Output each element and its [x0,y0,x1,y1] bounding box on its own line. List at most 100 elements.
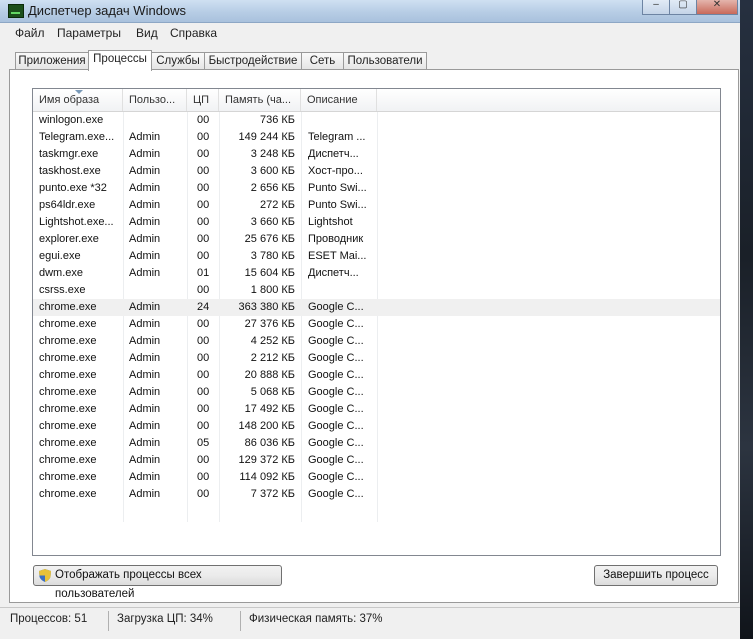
process-row[interactable]: chrome.exe Admin 00 129 372 КБ Google C... [33,452,720,469]
process-cpu: 00 [197,114,210,126]
process-memory: 7 372 КБ [250,488,295,500]
process-user [129,112,189,129]
process-memory: 4 252 КБ [250,335,295,347]
process-row[interactable]: chrome.exe Admin 00 5 068 КБ Google C... [33,384,720,401]
end-process-button[interactable]: Завершить процесс [594,565,718,586]
process-row[interactable]: chrome.exe Admin 00 148 200 КБ Google C... [33,418,720,435]
minimize-button[interactable]: ‒ [642,0,670,15]
process-memory: 3 248 КБ [250,148,295,160]
process-row[interactable]: taskmgr.exe Admin 00 3 248 КБ Диспетч... [33,146,720,163]
task-manager-app-icon [8,4,24,18]
process-cpu: 00 [197,216,210,228]
process-description: Хост-про... [308,165,363,177]
tab-services[interactable]: Службы [151,52,205,70]
column-memory[interactable]: Память (ча... [219,89,301,111]
process-row[interactable]: chrome.exe Admin 05 86 036 КБ Google C... [33,435,720,452]
process-image-name: chrome.exe [39,454,97,466]
process-user: Admin [129,454,161,466]
process-description: Google C... [308,488,364,500]
process-cpu: 00 [197,352,210,364]
status-processes: Процессов: 51 [10,613,88,625]
process-description: Google C... [308,352,364,364]
column-image-name[interactable]: Имя образа [33,89,123,111]
process-row[interactable]: chrome.exe Admin 00 7 372 КБ Google C... [33,486,720,503]
process-image-name: chrome.exe [39,403,97,415]
process-cpu: 00 [197,233,210,245]
status-separator [108,611,109,631]
process-image-name: chrome.exe [39,437,97,449]
show-all-users-processes-label: Отображать процессы всех пользователей [55,569,202,600]
menu-bar: Файл Параметры Вид Справка [0,23,740,43]
column-description[interactable]: Описание [301,89,377,111]
process-image-name: punto.exe *32 [39,182,107,194]
process-row[interactable]: chrome.exe Admin 00 17 492 КБ Google C... [33,401,720,418]
process-cpu: 00 [197,148,210,160]
process-description [308,112,376,129]
process-row[interactable]: csrss.exe 00 1 800 КБ [33,282,720,299]
column-user[interactable]: Пользо... [123,89,187,111]
process-row[interactable]: chrome.exe Admin 00 4 252 КБ Google C... [33,333,720,350]
process-user: Admin [129,471,161,483]
menu-help[interactable]: Справка [170,26,217,40]
tab-applications[interactable]: Приложения [15,52,89,70]
process-image-name: explorer.exe [39,233,99,245]
process-row[interactable]: dwm.exe Admin 01 15 604 КБ Диспетч... [33,265,720,282]
process-rows: winlogon.exe 00 736 КБ Telegram.exe... Admin… [33,112,720,503]
process-row[interactable]: Telegram.exe... Admin 00 149 244 КБ Telegram… [33,129,720,146]
title-bar[interactable]: Диспетчер задач Windows ‒ ▢ ✕ [0,0,740,23]
process-cpu: 00 [197,420,210,432]
process-memory: 2 656 КБ [250,182,295,194]
window-title: Диспетчер задач Windows [28,3,187,18]
desktop-background [739,0,753,639]
show-all-users-processes-button[interactable]: Отображать процессы всех пользователей [33,565,282,600]
process-row[interactable]: taskhost.exe Admin 00 3 600 КБ Хост-про... [33,163,720,180]
process-memory: 1 800 КБ [250,284,295,296]
process-cpu: 00 [197,284,210,296]
tab-performance[interactable]: Быстродействие [204,52,302,70]
process-description: Punto Swi... [308,182,367,194]
process-user: Admin [129,420,161,432]
process-user [129,282,189,299]
process-row[interactable]: chrome.exe Admin 00 20 888 КБ Google C... [33,367,720,384]
process-row[interactable]: chrome.exe Admin 00 114 092 КБ Google C... [33,469,720,486]
tab-network[interactable]: Сеть [301,52,344,70]
process-row[interactable]: ps64ldr.exe Admin 00 272 КБ Punto Swi... [33,197,720,214]
process-row[interactable]: chrome.exe Admin 00 27 376 КБ Google C... [33,316,720,333]
maximize-button[interactable]: ▢ [669,0,697,15]
process-memory: 5 068 КБ [250,386,295,398]
status-separator [240,611,241,631]
process-cpu: 00 [197,165,210,177]
process-memory: 3 660 КБ [250,216,295,228]
process-description: Google C... [308,403,364,415]
process-description: Диспетч... [308,267,359,279]
process-image-name: chrome.exe [39,488,97,500]
process-memory: 272 КБ [259,199,295,211]
process-memory: 20 888 КБ [244,369,295,381]
process-user: Admin [129,216,161,228]
process-memory: 129 372 КБ [238,454,295,466]
menu-options[interactable]: Параметры [57,26,121,40]
column-cpu[interactable]: ЦП [187,89,219,111]
process-row[interactable]: chrome.exe Admin 00 2 212 КБ Google C... [33,350,720,367]
process-row[interactable]: chrome.exe Admin 24 363 380 КБ Google C... [33,299,720,316]
process-memory: 148 200 КБ [238,420,295,432]
menu-file[interactable]: Файл [15,26,45,40]
tab-processes[interactable]: Процессы [88,50,152,71]
process-row[interactable]: egui.exe Admin 00 3 780 КБ ESET Mai... [33,248,720,265]
process-image-name: chrome.exe [39,301,97,313]
process-cpu: 00 [197,488,210,500]
tab-users[interactable]: Пользователи [343,52,427,70]
sort-arrow-icon [75,90,83,94]
process-row[interactable]: punto.exe *32 Admin 00 2 656 КБ Punto Swi... [33,180,720,197]
close-button[interactable]: ✕ [696,0,738,15]
process-cpu: 24 [197,301,210,313]
process-list[interactable]: Имя образа Пользо... ЦП Память (ча... Оп… [32,88,721,556]
process-description: Google C... [308,386,364,398]
menu-view[interactable]: Вид [136,26,158,40]
process-row[interactable]: explorer.exe Admin 00 25 676 КБ Проводник [33,231,720,248]
process-row[interactable]: winlogon.exe 00 736 КБ [33,112,720,129]
status-physical-memory: Физическая память: 37% [249,613,383,625]
process-memory: 86 036 КБ [244,437,295,449]
process-row[interactable]: Lightshot.exe... Admin 00 3 660 КБ Lightshot [33,214,720,231]
process-cpu: 00 [197,250,210,262]
